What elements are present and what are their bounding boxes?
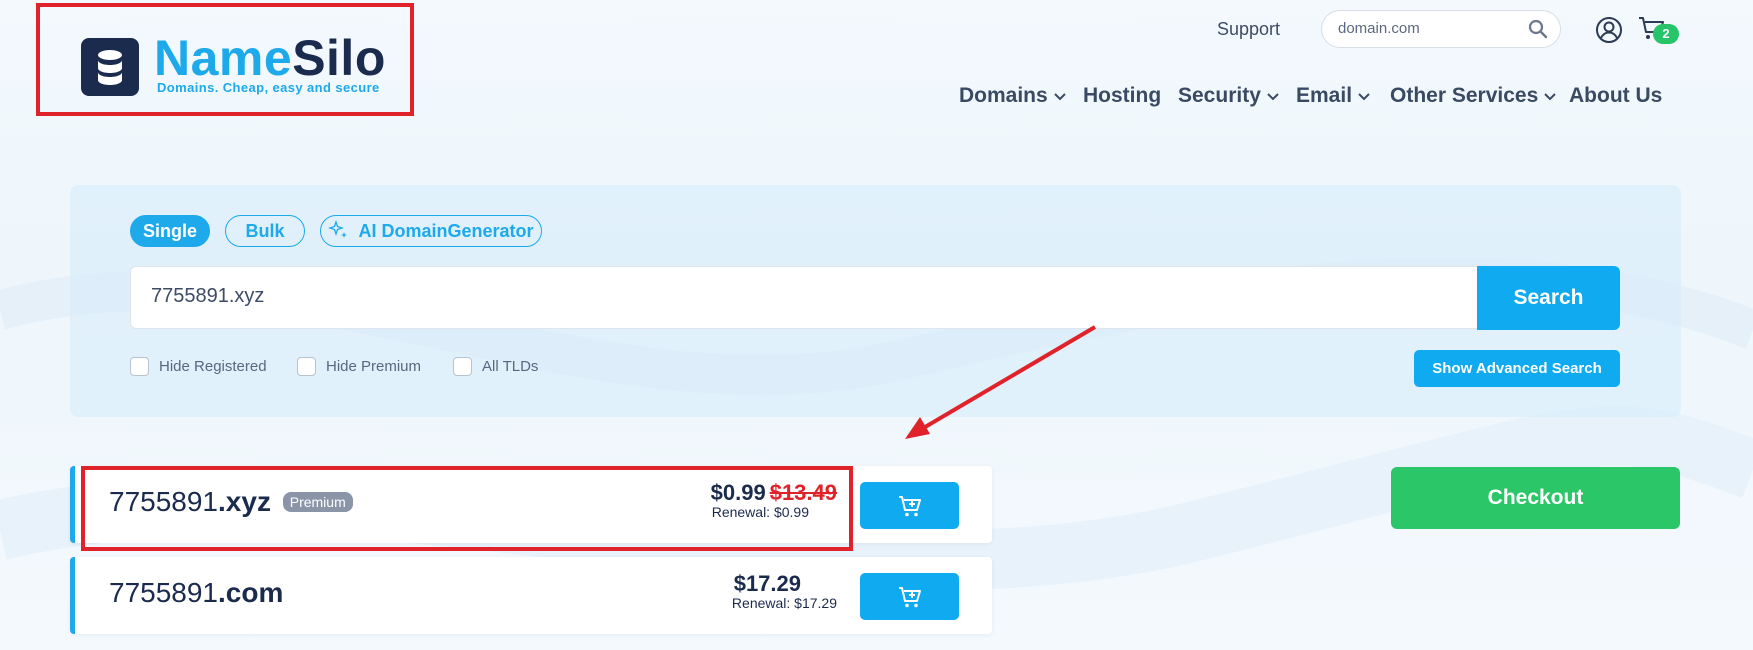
result-row: 7755891.com $17.29 Renewal: $17.29 <box>70 557 992 634</box>
price: $0.99 <box>710 480 766 505</box>
domain-name: 7755891.xyz Premium <box>109 486 353 518</box>
checkbox[interactable] <box>453 357 472 376</box>
nav-item-label: Email <box>1296 84 1353 107</box>
option-label: All TLDs <box>482 358 539 375</box>
checkout-button[interactable]: Checkout <box>1391 467 1680 529</box>
chevron-down-icon <box>1053 93 1066 101</box>
logo-name-part2: Silo <box>292 30 386 86</box>
result-row: 7755891.xyz Premium $0.99 $13.49 Renewal:… <box>70 466 992 543</box>
domain-search-input[interactable] <box>151 285 1351 308</box>
logo-name-part1: Name <box>154 30 293 86</box>
checkbox[interactable] <box>297 357 316 376</box>
search-button[interactable]: Search <box>1477 266 1620 330</box>
nav-item-about-us[interactable]: About Us <box>1569 84 1662 108</box>
nav-item-label: Security <box>1178 84 1261 107</box>
user-account-icon[interactable] <box>1595 16 1623 49</box>
header-search-input[interactable] <box>1338 20 1518 37</box>
domain-name: 7755891.com <box>109 577 283 609</box>
cart-count-badge: 2 <box>1653 24 1679 44</box>
option-label: Hide Registered <box>159 358 267 375</box>
logo-tagline: Domains. Cheap, easy and secure <box>157 80 380 95</box>
search-icon[interactable] <box>1528 19 1548 44</box>
nav-item-label: Hosting <box>1083 84 1162 107</box>
option-hide-premium[interactable]: Hide Premium <box>297 357 421 376</box>
domain-sld: 7755891 <box>109 486 219 517</box>
price-block: $0.99 $13.49 Renewal: $0.99 <box>711 480 837 520</box>
cart-add-icon <box>898 586 921 607</box>
chevron-down-icon <box>1267 93 1279 101</box>
domain-tld: .xyz <box>218 486 271 517</box>
add-to-cart-button[interactable] <box>860 573 959 620</box>
tab-bulk[interactable]: Bulk <box>225 215 305 247</box>
nav-item-other-services[interactable]: Other Services <box>1390 84 1556 108</box>
nav-item-label: Other Services <box>1390 84 1539 107</box>
option-all-tlds[interactable]: All TLDs <box>453 357 538 376</box>
nav-item-label: Domains <box>959 84 1048 107</box>
domain-sld: 7755891 <box>109 577 219 608</box>
old-price: $13.49 <box>769 480 837 505</box>
premium-badge: Premium <box>282 491 353 512</box>
tab-ai-domain-generator[interactable]: AI DomainGenerator <box>320 215 542 247</box>
option-label: Hide Premium <box>326 358 422 375</box>
add-to-cart-button[interactable] <box>860 482 959 529</box>
renewal-price: Renewal: $0.99 <box>711 504 809 520</box>
nav-item-hosting[interactable]: Hosting <box>1083 84 1161 108</box>
cart-add-icon <box>898 495 921 516</box>
chevron-down-icon <box>1358 93 1370 101</box>
nav-item-domains[interactable]: Domains <box>959 84 1066 108</box>
checkbox[interactable] <box>130 357 149 376</box>
option-hide-registered[interactable]: Hide Registered <box>130 357 267 376</box>
support-link[interactable]: Support <box>1217 19 1280 40</box>
tab-label: AI DomainGenerator <box>358 220 534 241</box>
chevron-down-icon <box>1544 93 1556 101</box>
renewal-price: Renewal: $17.29 <box>731 595 837 611</box>
nav-item-email[interactable]: Email <box>1296 84 1370 108</box>
database-icon <box>81 38 139 96</box>
domain-search-field[interactable] <box>130 266 1478 329</box>
logo-wordmark[interactable]: NameSilo <box>154 30 386 86</box>
sparkle-icon <box>328 220 348 238</box>
domain-tld: .com <box>218 577 284 608</box>
nav-item-label: About Us <box>1569 84 1663 107</box>
show-advanced-search-button[interactable]: Show Advanced Search <box>1414 350 1620 387</box>
price: $17.29 <box>733 571 801 596</box>
nav-item-security[interactable]: Security <box>1178 84 1279 108</box>
price-block: $17.29 Renewal: $17.29 <box>732 571 837 611</box>
header-search[interactable] <box>1321 10 1561 48</box>
tab-single[interactable]: Single <box>130 215 210 247</box>
